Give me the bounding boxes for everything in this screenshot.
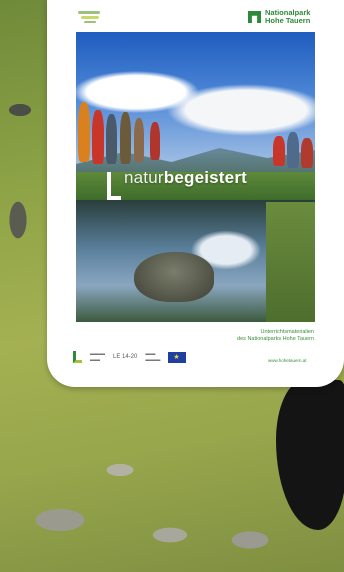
logo-line-2: Hohe Tauern [265,16,311,25]
nationalpark-logo-icon [248,11,261,23]
cover-slogan: naturbegeistert [124,168,247,188]
lake-shore-grass [266,202,315,322]
cover-subtitle: Unterrichtsmaterialien des Nationalparks… [196,329,314,343]
bmlfuw-logo-icon [73,351,82,363]
ministry-text: ▬▬▬ ▬▬ [90,351,105,363]
rock-island [134,252,214,302]
website-link[interactable]: www.hohetauern.at [268,358,307,363]
slogan-mark-icon [107,172,121,200]
slogan-bold: begeistert [163,168,247,187]
nationalpark-logo-text: Nationalpark Hohe Tauern [265,9,310,25]
funding-logos: ▬▬▬ ▬▬ LE 14-20 ▬▬ ▬▬▬ [73,350,187,364]
fund-text: ▬▬ ▬▬▬ [145,351,161,363]
hiking-group-right [271,132,315,192]
eu-flag-icon [168,351,187,363]
small-green-logo-icon [78,8,102,26]
subtitle-line-1: Unterrichtsmaterialien [260,329,315,335]
subtitle-line-2: des Nationalparks Hohe Tauern [237,336,314,342]
nationalpark-logo: Nationalpark Hohe Tauern [248,9,310,25]
le-logo-text: LE 14-20 [113,354,138,360]
slogan-light: natur [124,168,164,187]
